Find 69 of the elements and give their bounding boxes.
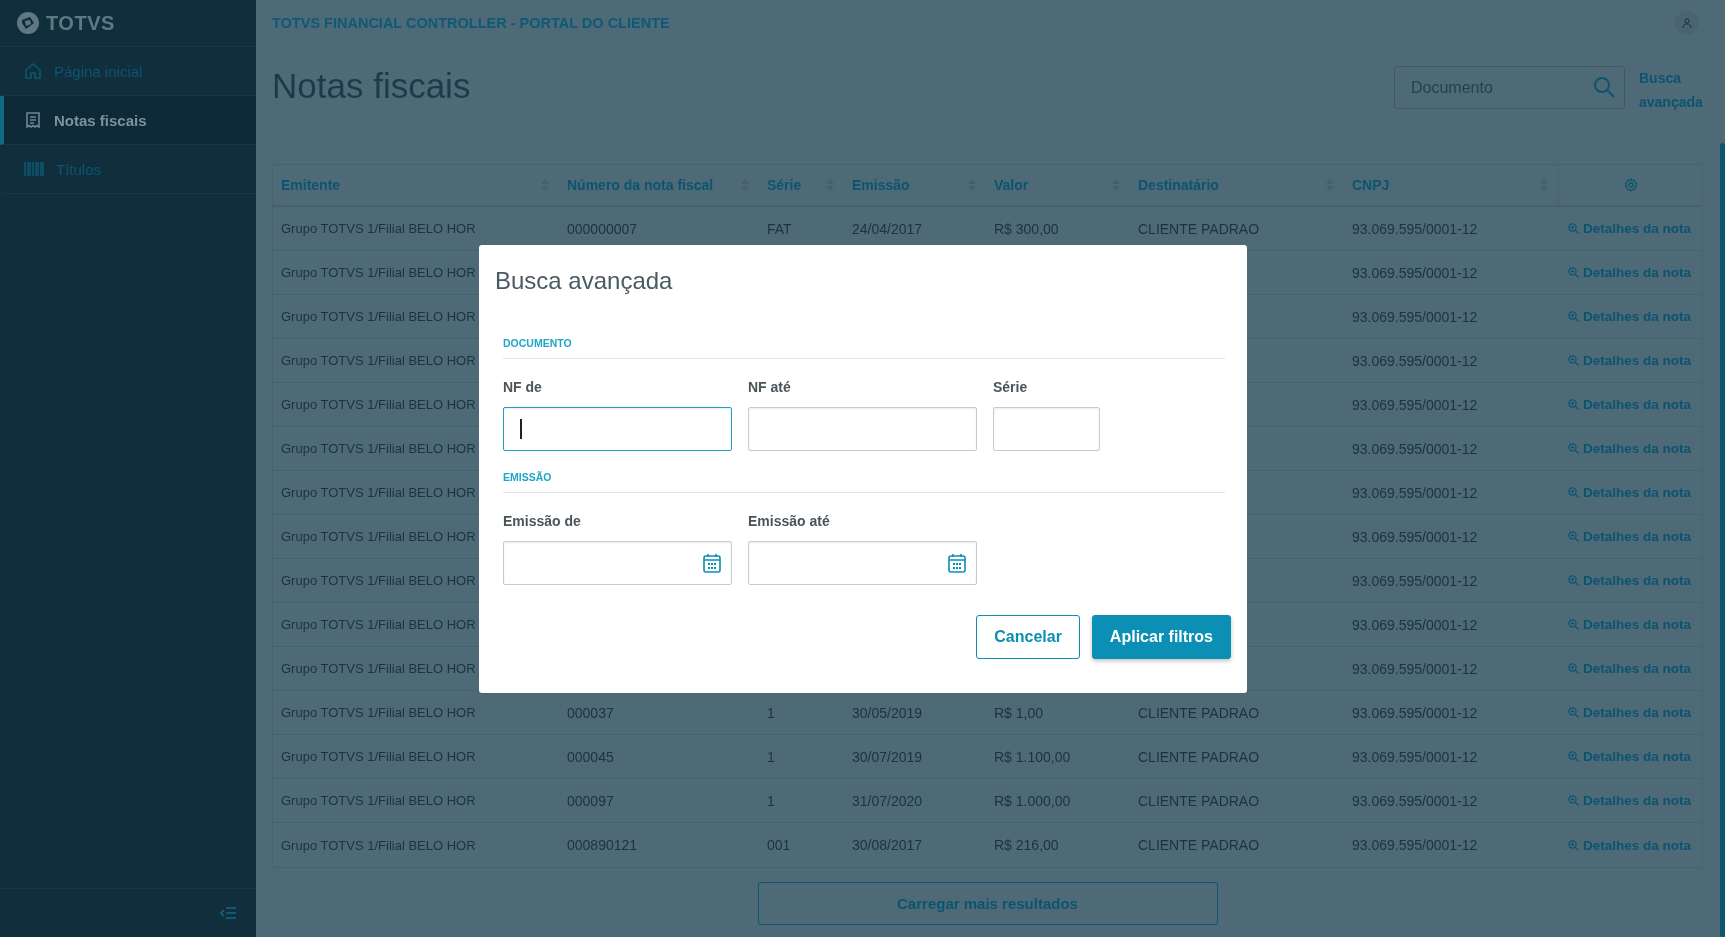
zoom-in-icon [1568,223,1579,234]
logo-icon [16,11,40,35]
barcode-icon [24,161,44,177]
column-header[interactable]: CNPJ [1352,177,1390,193]
cancel-button[interactable]: Cancelar [976,615,1080,659]
input-field[interactable] [503,407,732,451]
invoice-details-link[interactable]: Detalhes da nota [1558,309,1702,324]
advanced-search-link[interactable]: Busca avançada [1639,66,1703,114]
sidebar-item-label: Notas fiscais [54,111,147,129]
column-header[interactable]: Emitente [281,177,341,193]
section-label: EMISSÃO [503,471,1225,493]
invoice-details-link[interactable]: Detalhes da nota [1558,573,1702,588]
logo-text: TOTVS [46,11,115,35]
date-field[interactable] [748,541,977,585]
zoom-in-icon [1568,751,1579,762]
zoom-in-icon [1568,267,1579,278]
invoice-details-link[interactable]: Detalhes da nota [1558,793,1702,808]
zoom-in-icon [1568,795,1579,806]
column-header[interactable]: Valor [994,177,1029,193]
zoom-in-icon [1568,443,1579,454]
scrollbar[interactable] [1720,143,1725,937]
date-field[interactable] [503,541,732,585]
dialog-title: Busca avançada [495,267,674,295]
invoice-details-link[interactable]: Detalhes da nota [1558,397,1702,412]
app-title: TOTVS FINANCIAL CONTROLLER - PORTAL DO CLIENTE [272,15,670,31]
field-label: Emissão de [503,513,582,529]
column-header[interactable]: Série [767,177,802,193]
zoom-in-icon [1568,531,1579,542]
zoom-in-icon [1568,839,1579,851]
search-icon[interactable] [1593,76,1615,98]
zoom-in-icon [1568,311,1579,322]
zoom-in-icon [1568,619,1579,630]
field-label: NF de [503,379,543,395]
invoice-details-link[interactable]: Detalhes da nota [1558,441,1702,456]
invoice-details-link[interactable]: Detalhes da nota [1558,617,1702,632]
home-icon [24,62,42,80]
avatar-icon[interactable] [1675,11,1699,35]
invoice-details-link[interactable]: Detalhes da nota [1558,485,1702,500]
invoice-details-link[interactable]: Detalhes da nota [1558,749,1702,764]
receipt-icon [24,111,42,129]
zoom-in-icon [1568,663,1579,674]
calendar-icon[interactable] [703,553,721,573]
input-field[interactable] [993,407,1100,451]
invoice-details-link[interactable]: Detalhes da nota [1558,837,1702,853]
zoom-in-icon [1568,707,1579,718]
zoom-in-icon [1568,355,1579,366]
section-label: DOCUMENTO [503,337,1225,359]
calendar-icon[interactable] [948,553,966,573]
zoom-in-icon [1568,399,1579,410]
column-header[interactable]: Destinatário [1138,177,1219,193]
invoice-details-link[interactable]: Detalhes da nota [1558,529,1702,544]
sidebar-item[interactable]: Notas fiscais [0,96,256,145]
column-header[interactable]: Número da nota fiscal [567,177,714,193]
invoice-details-link[interactable]: Detalhes da nota [1558,705,1702,720]
column-header[interactable]: Emissão [852,177,910,193]
invoice-details-link[interactable]: Detalhes da nota [1558,353,1702,368]
field-label: Série [993,379,1029,395]
invoice-details-link[interactable]: Detalhes da nota [1558,265,1702,280]
invoice-details-link[interactable]: Detalhes da nota [1558,221,1702,236]
invoice-details-link[interactable]: Detalhes da nota [1558,661,1702,676]
collapse-icon[interactable] [220,907,236,919]
zoom-in-icon [1568,487,1579,498]
load-more-button[interactable]: Carregar mais resultados [757,882,1218,925]
input-field[interactable] [748,407,977,451]
field-label: NF até [748,379,792,395]
field-label: Emissão até [748,513,831,529]
settings-icon[interactable] [1623,178,1638,192]
zoom-in-icon [1568,575,1579,586]
apply-filters-button[interactable]: Aplicar filtros [1091,615,1231,659]
